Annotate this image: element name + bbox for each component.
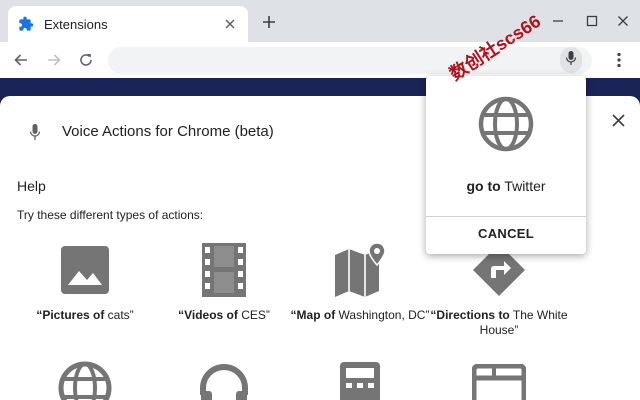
more-menu-icon[interactable]	[610, 51, 628, 69]
action-caption: “Videos of CES”	[178, 308, 270, 322]
calculator-icon	[285, 358, 435, 400]
tab-strip: Extensions	[0, 0, 640, 42]
action-caption: “Pictures of cats”	[36, 308, 134, 322]
action-example-directions[interactable]: “Directions to The White House”	[424, 240, 574, 338]
reload-icon[interactable]	[77, 51, 95, 69]
headphones-icon	[149, 358, 299, 400]
address-bar[interactable]	[108, 47, 592, 74]
recognized-command: go to Twitter	[466, 178, 546, 194]
tab-extensions[interactable]: Extensions	[8, 6, 248, 42]
action-example-videos[interactable]: “Videos of CES”	[149, 240, 299, 323]
action-example-website[interactable]	[10, 358, 160, 400]
voice-actions-extension-button[interactable]	[560, 47, 582, 73]
action-example-pictures[interactable]: “Pictures of cats”	[10, 240, 160, 323]
browser-toolbar	[0, 42, 640, 78]
extension-name: Voice Actions for Chrome (beta)	[62, 123, 274, 140]
action-example-browser[interactable]	[424, 358, 574, 400]
puzzle-piece-icon	[18, 16, 34, 32]
image-icon	[10, 240, 160, 300]
new-tab-button[interactable]	[260, 13, 278, 31]
tab-title: Extensions	[44, 16, 108, 32]
minimize-icon[interactable]	[550, 13, 566, 29]
microphone-icon	[26, 122, 44, 142]
globe-icon	[478, 96, 534, 152]
cancel-button[interactable]: CANCEL	[426, 226, 586, 241]
forward-arrow-icon[interactable]	[45, 51, 63, 69]
action-caption: “Directions to The White House”	[430, 308, 568, 337]
window-close-icon[interactable]	[615, 13, 631, 29]
browser-window-icon	[424, 358, 574, 400]
help-subtitle: Try these different types of actions:	[17, 208, 204, 222]
action-example-music[interactable]	[149, 358, 299, 400]
map-icon	[285, 240, 435, 300]
action-example-calculator[interactable]	[285, 358, 435, 400]
action-caption: “Map of Washington, DC”	[290, 308, 430, 322]
close-icon[interactable]	[608, 110, 628, 130]
voice-action-popup: go to Twitter CANCEL	[426, 76, 586, 254]
action-example-map[interactable]: “Map of Washington, DC”	[285, 240, 435, 323]
back-arrow-icon[interactable]	[12, 51, 30, 69]
globe-icon	[10, 358, 160, 400]
microphone-icon	[565, 50, 577, 71]
maximize-icon[interactable]	[584, 13, 600, 29]
close-icon[interactable]	[222, 16, 238, 32]
film-icon	[149, 240, 299, 300]
help-heading: Help	[17, 178, 46, 194]
divider	[426, 216, 586, 217]
